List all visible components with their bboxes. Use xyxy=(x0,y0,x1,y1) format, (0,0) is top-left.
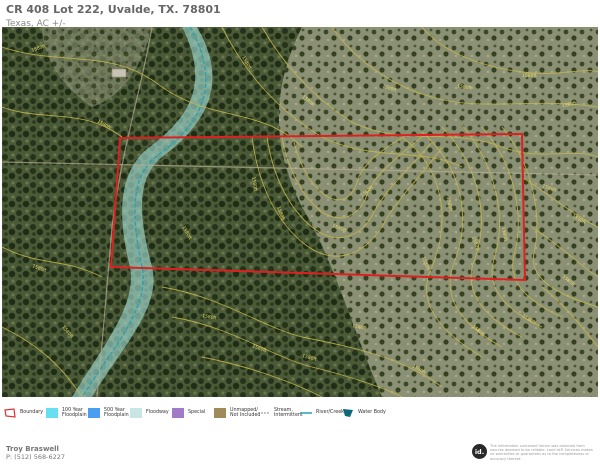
boundary-outline-icon xyxy=(4,408,16,418)
special-icon xyxy=(172,408,184,418)
aerial-map[interactable]: 1580ft 1580ft 1580ft 1580ft 1580ft 1580ft 1580… xyxy=(2,27,598,397)
floodplain-100-icon xyxy=(46,408,58,418)
legend-item-water-body: Water Body xyxy=(342,405,386,421)
floodplain-500-icon xyxy=(88,408,100,418)
disclaimer-text: The information contained herein was obt… xyxy=(490,444,593,461)
legend-item-boundary: Boundary xyxy=(4,405,43,421)
legend-item-500-year-floodplain: 500 Year Floodplain xyxy=(88,405,129,421)
landid-logo: id. xyxy=(472,444,487,459)
legend-label: Floodway xyxy=(146,410,169,416)
building xyxy=(111,68,127,78)
legend-label: Unmapped/ Not Included xyxy=(230,407,261,419)
legend-item-special: Special xyxy=(172,405,205,421)
legend-item-floodway: Floodway xyxy=(130,405,169,421)
page-header: CR 408 Lot 222, Uvalde, TX. 78801 Texas,… xyxy=(6,3,594,30)
legend-item-unmapped: Unmapped/ Not Included xyxy=(214,405,260,421)
river-creek-icon xyxy=(300,412,312,414)
legend-label: Water Body xyxy=(358,410,386,416)
legend-label: 500 Year Floodplain xyxy=(104,407,129,419)
floodway-icon xyxy=(130,408,142,418)
property-title: CR 408 Lot 222, Uvalde, TX. 78801 xyxy=(6,3,221,16)
legend-item-stream-intermittent: Stream, Intermittent xyxy=(258,405,303,421)
legend-label: Boundary xyxy=(20,410,44,416)
legend-label: 100 Year Floodplain xyxy=(62,407,87,419)
legend-item-river-creek: River/Creek xyxy=(300,405,344,421)
legend-label: River/Creek xyxy=(316,410,344,416)
legend-item-100-year-floodplain: 100 Year Floodplain xyxy=(46,405,87,421)
legend-label: Special xyxy=(188,410,206,416)
map-canvas: 1580ft1580ft1580ft1580ft1580ft 1580ft1580… xyxy=(2,27,598,397)
agent-phone: P: (512) 568-6227 xyxy=(6,453,66,461)
water-body-icon xyxy=(343,409,353,417)
stream-intermittent-icon xyxy=(258,412,270,414)
map-legend: Boundary 100 Year Floodplain 500 Year Fl… xyxy=(2,405,598,421)
legend-label: Stream, Intermittent xyxy=(274,407,303,419)
unmapped-icon xyxy=(214,408,226,418)
contour-label: 1580ft xyxy=(522,73,537,79)
agent-name: Troy Braswell xyxy=(6,445,59,453)
